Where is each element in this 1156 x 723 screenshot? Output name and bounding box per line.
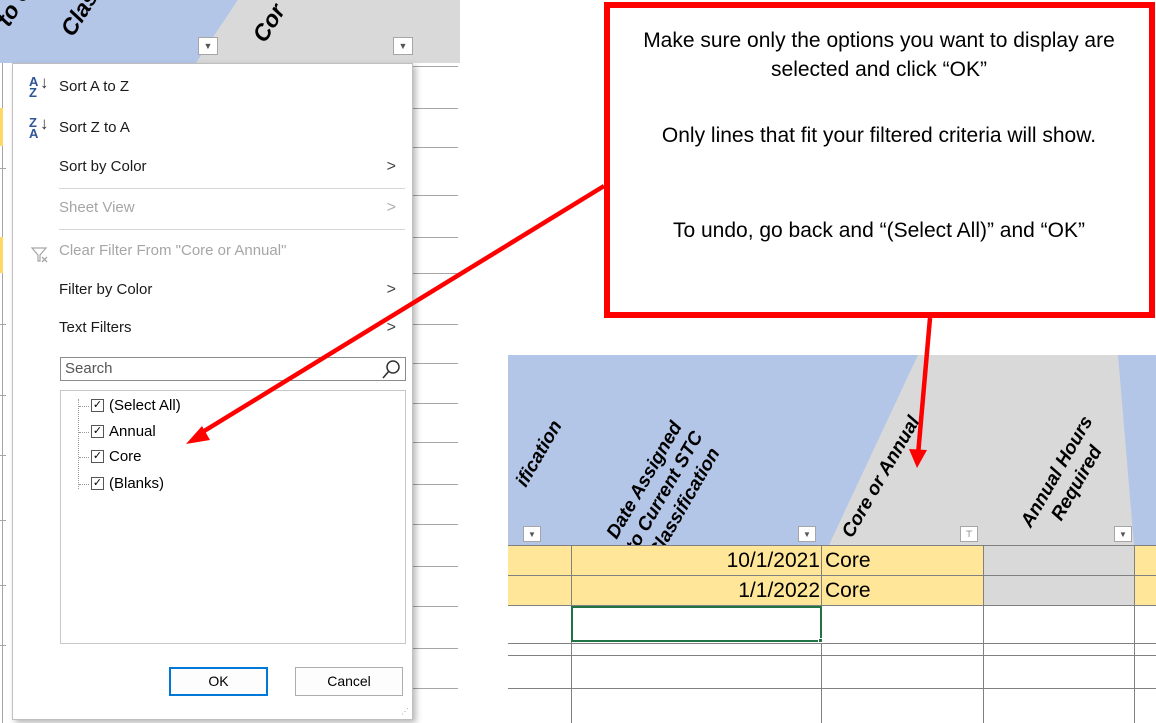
tree-line [79,432,89,433]
grid-line [0,168,6,169]
tree-line [79,406,89,407]
filtered-sheet-view: ification Date Assigned to Current STC C… [508,355,1156,723]
grid-line [413,403,458,404]
row-highlight [0,237,3,273]
list-item-label: Core [109,448,142,465]
tree-line [79,457,89,458]
grid-line [413,606,458,607]
left-sheet-header: to C Clas Cor ▼ ▼ [0,0,460,63]
grid-line [2,63,3,723]
menu-item-label: Text Filters [59,319,132,336]
grid-line [508,688,1156,689]
callout-line-2: Only lines that fit your filtered criter… [661,124,1097,147]
clear-filter-item: Clear Filter From "Core or Annual" [13,232,412,269]
grid-line [413,273,458,274]
checkbox-checked[interactable]: ✓ [91,450,104,463]
grid-line [413,442,458,443]
chevron-right-icon: > [386,319,396,336]
grid-line [413,66,458,67]
sort-ascending-icon: A Z ↓ [29,73,49,100]
grid-line [0,585,6,586]
filter-values-list[interactable]: ✓ (Select All) ✓ Annual ✓ Core ✓ (Blanks… [60,390,406,644]
grid-line [0,645,6,646]
grid-line [983,545,984,723]
grid-line [413,147,458,148]
sheet-view-item: Sheet View > [13,189,412,226]
grid-line [413,688,458,689]
list-item-label: (Select All) [109,397,181,414]
search-icon [381,358,403,380]
chevron-right-icon: > [386,199,396,216]
date-cell[interactable]: 10/1/2021 [571,546,823,576]
grid-line [413,108,458,109]
grid-line [508,643,1156,644]
menu-separator [59,229,405,230]
menu-item-label: Sort by Color [59,158,147,175]
list-item-label: Annual [109,423,156,440]
callout-line-3: To undo, go back and “(Select All)” and … [672,219,1086,242]
filter-by-color-item[interactable]: Filter by Color > [13,271,412,308]
filter-dropdown-button[interactable]: ▼ [198,37,218,55]
clear-filter-icon [30,241,49,263]
gray-cell[interactable] [984,576,1134,606]
grid-line [413,524,458,525]
grid-line [1134,545,1135,723]
resize-grip-icon[interactable]: ⋰ [401,708,409,716]
grid-line [0,395,6,396]
menu-item-label: Sort A to Z [59,78,130,95]
type-cell[interactable]: Core [822,576,984,606]
menu-item-label: Sheet View [59,199,135,216]
type-cell[interactable]: Core [822,546,984,576]
grid-line [0,455,6,456]
search-input[interactable]: Search [60,357,406,381]
table-row: 1/1/2022 Core [508,575,1156,606]
callout-line-1: Make sure only the options you want to d… [643,29,1115,81]
checkbox-checked[interactable]: ✓ [91,477,104,490]
checkbox-checked[interactable]: ✓ [91,399,104,412]
grid-line [0,520,6,521]
menu-item-label: Filter by Color [59,281,153,298]
filter-dropdown-button[interactable]: ▼ [798,526,816,542]
chevron-right-icon: > [386,281,396,298]
grid-line [413,648,458,649]
sort-by-color-item[interactable]: Sort by Color > [13,148,412,185]
menu-item-label: Clear Filter From "Core or Annual" [59,242,287,259]
search-placeholder: Search [65,360,113,377]
filter-active-icon[interactable]: ⊤ [960,526,978,542]
date-cell[interactable]: 1/1/2022 [571,576,823,606]
sort-descending-icon: Z A ↓ [29,114,49,141]
row-highlight [0,108,3,146]
grid-line [413,324,458,325]
grid-line [413,237,458,238]
fill-handle[interactable] [818,638,823,643]
text-filters-item[interactable]: Text Filters > [13,309,412,346]
sort-z-to-a-item[interactable]: Z A ↓ Sort Z to A [13,109,412,146]
table-row: 10/1/2021 Core [508,545,1156,576]
grid-line [413,566,458,567]
ok-button[interactable]: OK [169,667,268,696]
grid-line [413,363,458,364]
sort-a-to-z-item[interactable]: A Z ↓ Sort A to Z [13,68,412,105]
checkbox-checked[interactable]: ✓ [91,425,104,438]
list-item-label: (Blanks) [109,475,165,492]
grid-line [413,195,458,196]
chevron-right-icon: > [386,158,396,175]
cancel-button[interactable]: Cancel [295,667,403,696]
grid-line [0,324,6,325]
gray-cell[interactable] [984,546,1134,576]
grid-line [508,655,1156,656]
menu-item-label: Sort Z to A [59,119,130,136]
selected-cell[interactable] [571,606,823,643]
filter-dropdown-button[interactable]: ▼ [523,526,541,542]
filter-dropdown-button[interactable]: ▼ [1114,526,1132,542]
filter-dropdown-menu: A Z ↓ Sort A to Z Z A ↓ Sort Z to A Sort by … [12,63,413,720]
tree-line [78,399,79,489]
filter-dropdown-button-active[interactable]: ▼ [393,37,413,55]
instruction-callout: Make sure only the options you want to d… [604,2,1155,318]
grid-line [413,484,458,485]
tree-line [79,484,89,485]
